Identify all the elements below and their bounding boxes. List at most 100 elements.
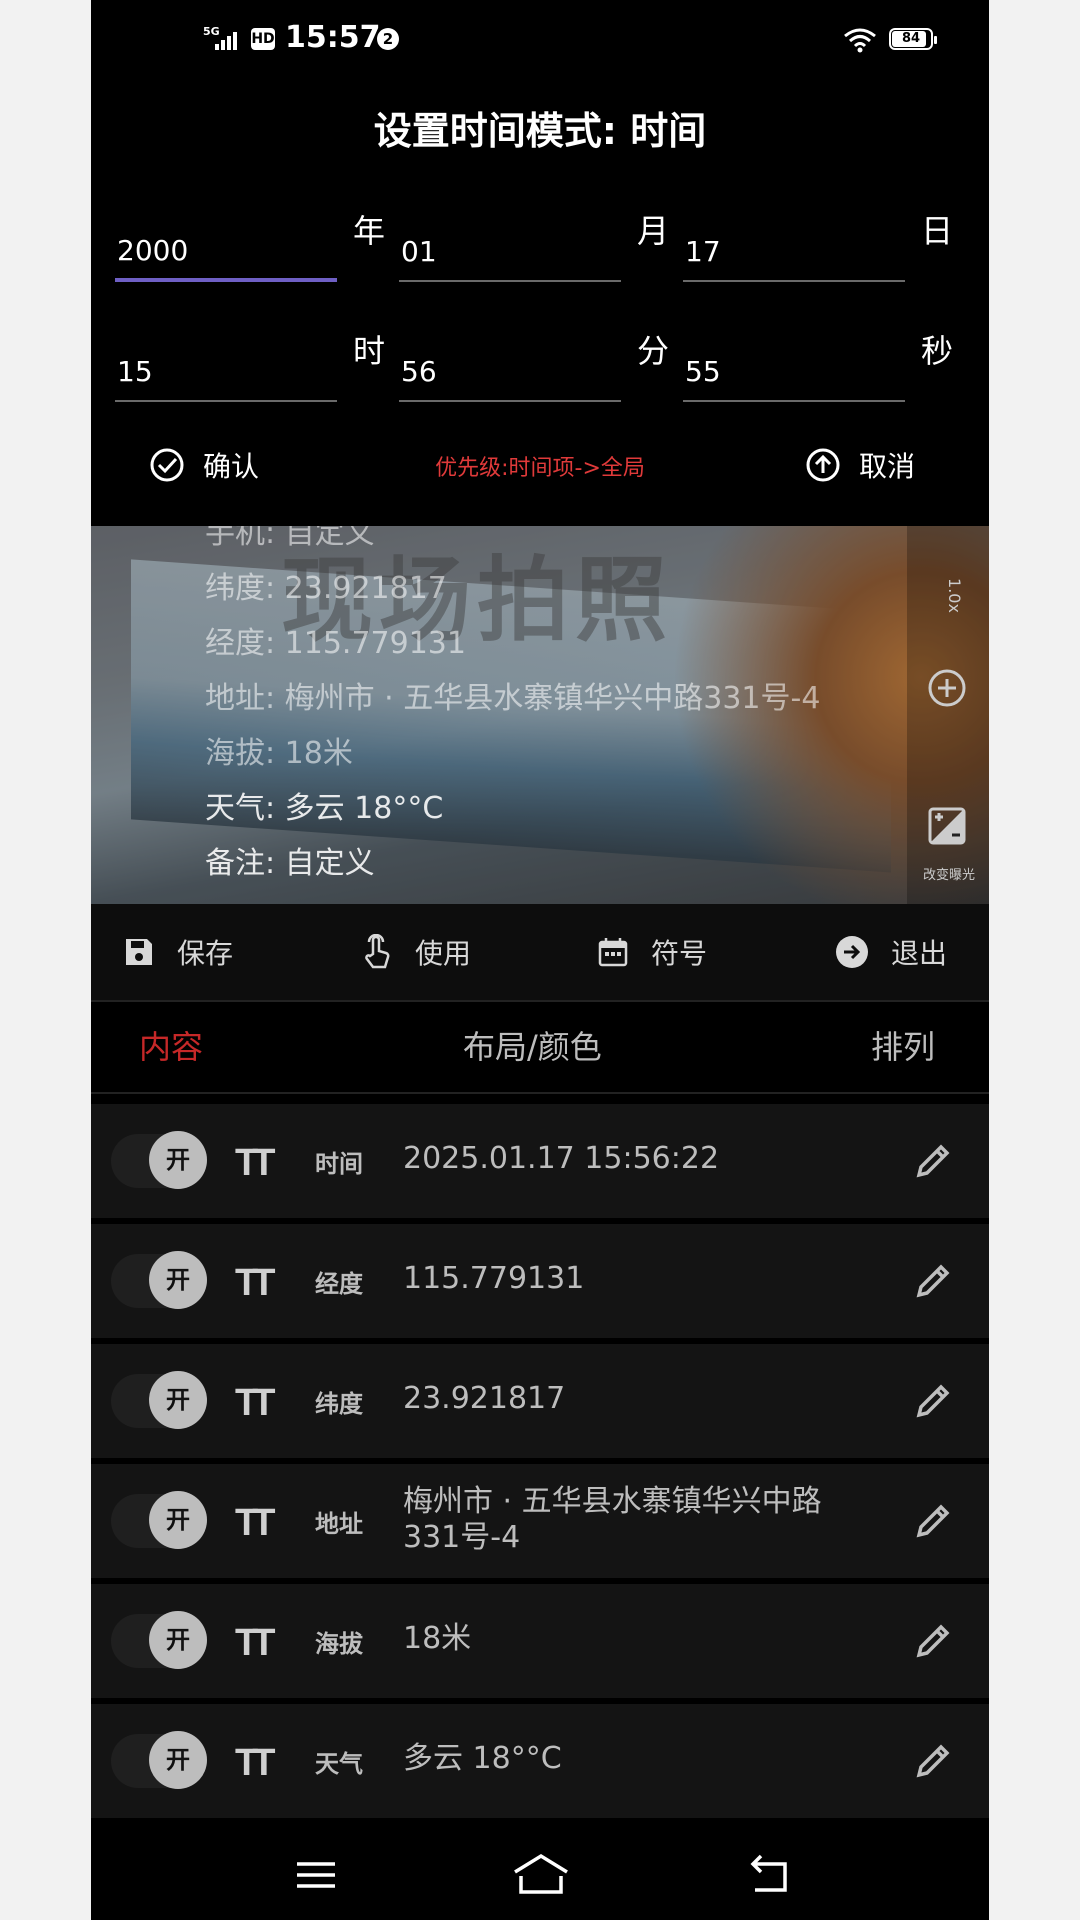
home-icon[interactable]	[511, 1850, 571, 1900]
hd-icon: HD	[251, 28, 275, 50]
year-unit: 年	[353, 212, 386, 250]
row-label: 纬度	[315, 1390, 363, 1418]
symbol-label: 符号	[651, 937, 708, 970]
row-label: 海拔	[315, 1630, 363, 1658]
toggle-switch[interactable]: 开	[111, 1491, 207, 1549]
save-label: 保存	[177, 937, 234, 970]
pencil-icon[interactable]	[913, 1381, 953, 1421]
list-item-altitude: 开 TT 海拔 18米	[91, 1584, 989, 1698]
minute-unit: 分	[637, 332, 670, 370]
pencil-icon[interactable]	[913, 1261, 953, 1301]
pencil-icon[interactable]	[913, 1501, 953, 1541]
toggle-switch[interactable]: 开	[111, 1371, 207, 1429]
battery-icon: 84	[889, 28, 937, 50]
dialog-actions: 优先级:时间项->全局 确认 取消	[91, 440, 989, 490]
zoom-level[interactable]: 1.0x	[945, 578, 964, 613]
battery-tip	[934, 36, 937, 44]
symbol-button[interactable]: 符号	[597, 904, 707, 1000]
hour-field	[115, 324, 337, 406]
arrow-up-circle-icon	[806, 448, 840, 482]
use-button[interactable]: 使用	[361, 904, 471, 1000]
day-unit: 日	[921, 212, 954, 250]
phone-screen: 5G HD 15:57 2 84 设置时间模式: 时间 年 月 日	[91, 0, 989, 1920]
overlay-line-latitude: 纬度: 23.921817	[205, 571, 447, 606]
hour-unit: 时	[353, 332, 386, 370]
overlay-line-longitude: 经度: 115.779131	[205, 626, 466, 661]
row-value: 2025.01.17 15:56:22	[403, 1141, 720, 1176]
wifi-icon	[844, 28, 876, 53]
month-input[interactable]	[399, 204, 621, 282]
dialog-title: 设置时间模式: 时间	[373, 109, 707, 153]
pencil-icon[interactable]	[913, 1741, 953, 1781]
tab-bar: 内容 布局/颜色 排列	[91, 1002, 989, 1092]
save-button[interactable]: 保存	[123, 904, 233, 1000]
second-field	[683, 324, 905, 406]
toggle-knob: 开	[149, 1371, 207, 1429]
tab-content[interactable]: 内容	[139, 1002, 203, 1092]
overlay-line-weather: 天气: 多云 18°°C	[205, 791, 444, 826]
year-field	[115, 204, 337, 286]
touch-icon	[365, 934, 390, 969]
tab-layout-color[interactable]: 布局/颜色	[463, 1002, 602, 1092]
list-item-time: 开 TT 时间 2025.01.17 15:56:22	[91, 1104, 989, 1218]
text-style-icon[interactable]: TT	[235, 1382, 276, 1425]
overlay-line-note: 备注: 自定义	[205, 846, 375, 881]
toggle-knob: 开	[149, 1251, 207, 1309]
toggle-knob: 开	[149, 1131, 207, 1189]
toggle-switch[interactable]: 开	[111, 1731, 207, 1789]
exit-button[interactable]: 退出	[835, 904, 947, 1000]
year-input[interactable]	[115, 204, 337, 282]
toggle-switch[interactable]: 开	[111, 1251, 207, 1309]
exposure-label: 改变曝光	[922, 868, 975, 883]
month-field	[399, 204, 621, 286]
notification-badge: 2	[377, 28, 399, 50]
day-field	[683, 204, 905, 286]
floppy-icon	[126, 939, 152, 965]
row-value: 18米	[403, 1621, 472, 1656]
toggle-knob: 开	[149, 1491, 207, 1549]
exposure-icon[interactable]	[927, 806, 967, 846]
check-circle-icon	[150, 448, 184, 482]
minute-input[interactable]	[399, 324, 621, 402]
signal-5g-icon: 5G	[203, 25, 237, 50]
use-label: 使用	[415, 937, 472, 970]
camera-side-controls: 1.0x 改变曝光	[907, 526, 989, 904]
pencil-icon[interactable]	[913, 1141, 953, 1181]
row-label: 地址	[315, 1510, 363, 1538]
day-input[interactable]	[683, 204, 905, 282]
toggle-knob: 开	[149, 1611, 207, 1669]
row-value: 23.921817	[403, 1381, 566, 1416]
row-value: 多云 18°°C	[403, 1741, 562, 1776]
confirm-label: 确认	[203, 450, 260, 483]
text-style-icon[interactable]: TT	[235, 1142, 276, 1185]
row-label: 时间	[315, 1150, 363, 1178]
text-style-icon[interactable]: TT	[235, 1742, 276, 1785]
status-bar: 5G HD 15:57 2 84	[91, 0, 989, 80]
toggle-switch[interactable]: 开	[111, 1131, 207, 1189]
camera-preview[interactable]: 现场拍照 手机: 自定义 纬度: 23.921817 经度: 115.77913…	[91, 526, 989, 904]
list-item-weather: 开 TT 天气 多云 18°°C	[91, 1704, 989, 1818]
pencil-icon[interactable]	[913, 1621, 953, 1661]
row-label: 天气	[315, 1750, 363, 1778]
menu-icon[interactable]	[291, 1850, 341, 1900]
arrow-right-circle-icon	[836, 936, 868, 968]
cancel-label: 取消	[859, 450, 916, 483]
tab-sort[interactable]: 排列	[871, 1002, 935, 1092]
text-style-icon[interactable]: TT	[235, 1502, 276, 1545]
list-item-latitude: 开 TT 纬度 23.921817	[91, 1344, 989, 1458]
list-item-address: 开 TT 地址 梅州市 · 五华县水寨镇华兴中路331号-4	[91, 1464, 989, 1578]
hour-input[interactable]	[115, 324, 337, 402]
overlay-line-altitude: 海拔: 18米	[205, 736, 353, 771]
svg-text:5G: 5G	[203, 25, 220, 38]
text-style-icon[interactable]: TT	[235, 1262, 276, 1305]
tabs-divider	[91, 1092, 989, 1094]
second-input[interactable]	[683, 324, 905, 402]
confirm-button[interactable]: 确认	[149, 440, 259, 490]
toggle-switch[interactable]: 开	[111, 1611, 207, 1669]
back-icon[interactable]	[745, 1850, 795, 1900]
cancel-button[interactable]: 取消	[805, 440, 915, 490]
text-style-icon[interactable]: TT	[235, 1622, 276, 1665]
zoom-in-icon[interactable]	[927, 668, 967, 708]
row-value: 梅州市 · 五华县水寨镇华兴中路331号-4	[403, 1484, 822, 1555]
calendar-icon	[598, 938, 628, 967]
